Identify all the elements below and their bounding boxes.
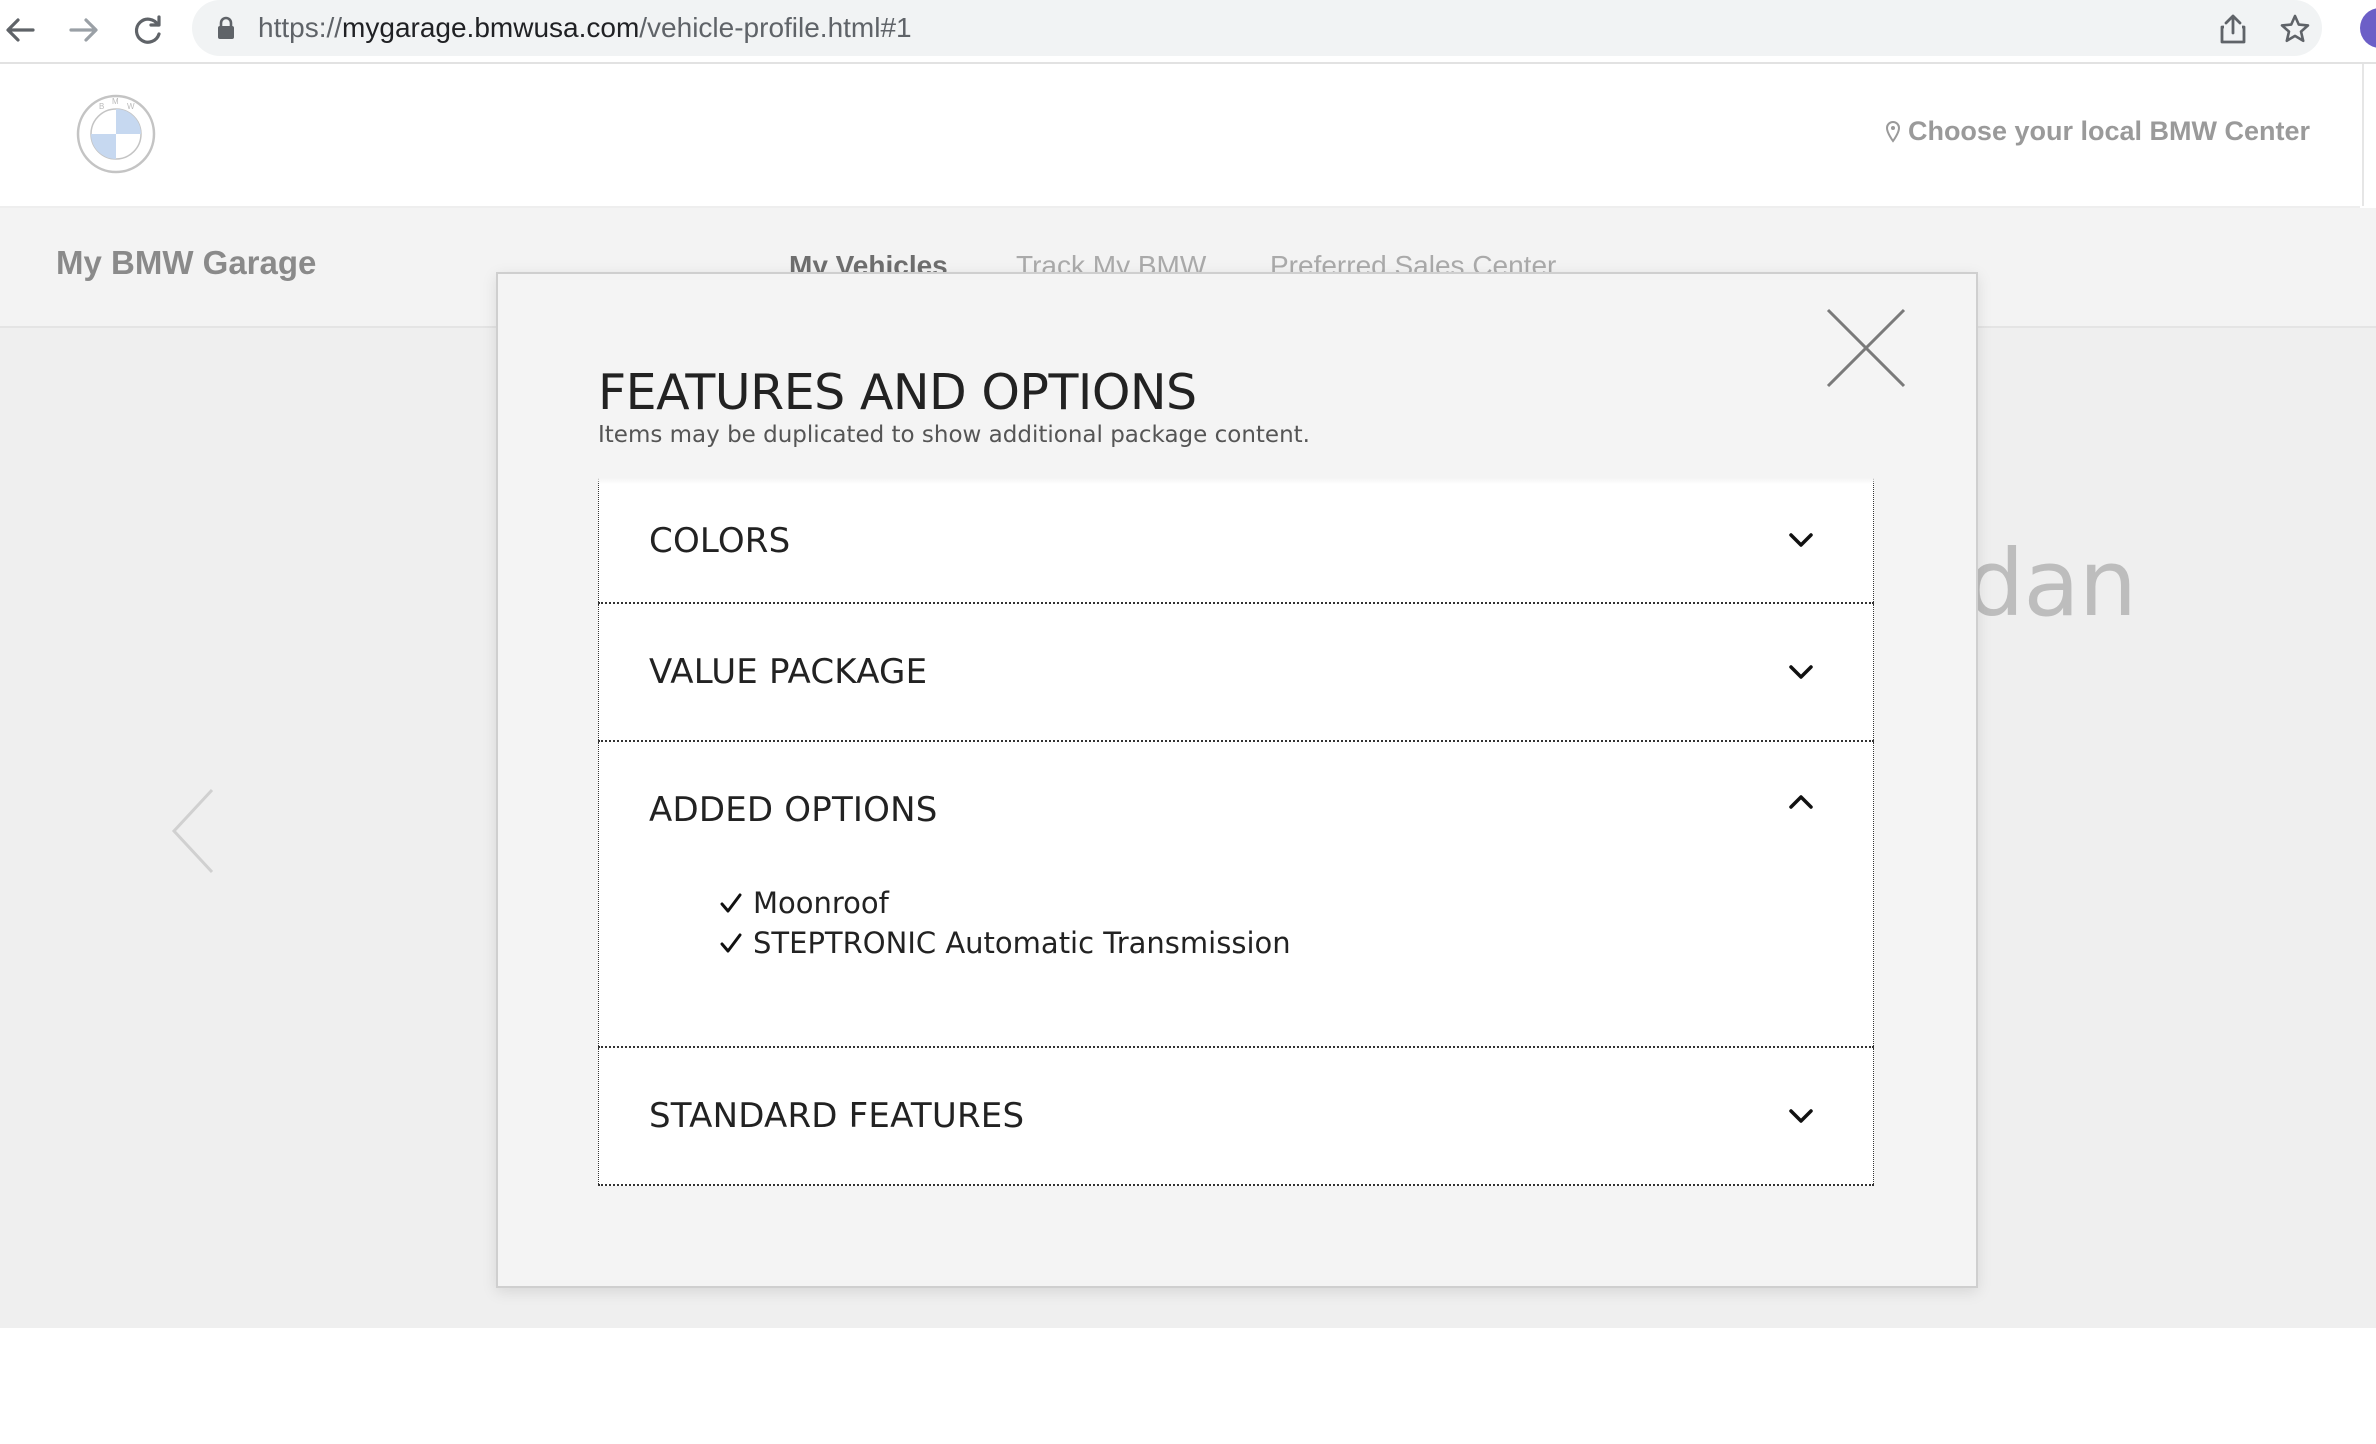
share-button[interactable] bbox=[2216, 12, 2250, 46]
accordion-header-colors[interactable]: COLORS bbox=[599, 478, 1873, 604]
accordion-scroll-fade bbox=[598, 478, 1874, 484]
forward-button[interactable] bbox=[64, 10, 104, 50]
list-item: STEPTRONIC Automatic Transmission bbox=[719, 926, 1291, 960]
page-footer-space bbox=[0, 1328, 2376, 1444]
checkmark-icon bbox=[720, 893, 742, 913]
back-button[interactable] bbox=[0, 10, 40, 50]
svg-text:W: W bbox=[127, 102, 135, 111]
accordion-label: COLORS bbox=[649, 521, 791, 561]
lock-icon bbox=[218, 16, 234, 39]
accordion-section-value-package: VALUE PACKAGE bbox=[598, 604, 1874, 742]
features-options-modal: FEATURES AND OPTIONS Items may be duplic… bbox=[496, 272, 1978, 1288]
forward-arrow-icon bbox=[69, 18, 98, 42]
chevron-down-icon bbox=[1789, 1109, 1813, 1123]
url-host: mygarage.bmwusa.com bbox=[342, 12, 640, 43]
svg-text:M: M bbox=[112, 97, 119, 106]
features-accordion: COLORS VALUE PACKAGE ADDED OPTIONS Moonr… bbox=[598, 478, 1874, 1186]
profile-avatar[interactable] bbox=[2360, 8, 2376, 48]
address-bar[interactable]: https://mygarage.bmwusa.com/vehicle-prof… bbox=[192, 0, 2322, 56]
accordion-label: STANDARD FEATURES bbox=[649, 1096, 1025, 1136]
list-item: Moonroof bbox=[719, 886, 889, 920]
accordion-section-standard-features: STANDARD FEATURES bbox=[598, 1048, 1874, 1186]
reload-icon bbox=[134, 15, 161, 44]
chevron-up-icon bbox=[1789, 795, 1813, 809]
accordion-section-colors: COLORS bbox=[598, 478, 1874, 604]
bmw-logo-icon[interactable]: B M W bbox=[76, 94, 156, 174]
accordion-section-added-options: ADDED OPTIONS Moonroof STEPTRONIC Automa bbox=[598, 742, 1874, 1048]
modal-title: FEATURES AND OPTIONS bbox=[598, 364, 1197, 421]
location-pin-icon bbox=[1885, 120, 1900, 143]
chevron-down-icon bbox=[1789, 665, 1813, 679]
url-path: /vehicle-profile.html#1 bbox=[639, 12, 912, 43]
accordion-header-value-package[interactable]: VALUE PACKAGE bbox=[599, 604, 1873, 740]
checkmark-icon bbox=[720, 933, 742, 953]
accordion-label: ADDED OPTIONS bbox=[649, 790, 938, 830]
reload-button[interactable] bbox=[128, 10, 168, 50]
garage-title[interactable]: My BMW Garage bbox=[56, 244, 316, 282]
url-text: https://mygarage.bmwusa.com/vehicle-prof… bbox=[258, 0, 912, 56]
dealer-link-label: Choose your local BMW Center bbox=[1907, 116, 2310, 146]
accordion-header-standard-features[interactable]: STANDARD FEATURES bbox=[599, 1048, 1873, 1184]
option-label: Moonroof bbox=[753, 886, 889, 920]
svg-text:B: B bbox=[99, 102, 104, 111]
chevron-down-icon bbox=[1789, 533, 1813, 547]
accordion-body-added-options: Moonroof STEPTRONIC Automatic Transmissi… bbox=[599, 878, 1873, 1050]
accordion-header-added-options[interactable]: ADDED OPTIONS bbox=[599, 742, 1873, 878]
carousel-prev-arrow-icon[interactable] bbox=[168, 786, 218, 876]
choose-bmw-center-link[interactable]: Choose your local BMW Center bbox=[1885, 116, 2310, 147]
share-icon bbox=[2220, 14, 2246, 44]
modal-subtitle: Items may be duplicated to show addition… bbox=[598, 422, 1310, 448]
url-scheme: https:// bbox=[258, 12, 343, 43]
browser-toolbar: https://mygarage.bmwusa.com/vehicle-prof… bbox=[0, 0, 2376, 64]
accordion-label: VALUE PACKAGE bbox=[649, 652, 928, 692]
bookmark-button[interactable] bbox=[2278, 12, 2312, 46]
close-icon[interactable] bbox=[1824, 306, 1908, 390]
site-header: B M W Choose your local BMW Center bbox=[0, 64, 2360, 208]
vehicle-model-name: dan bbox=[1966, 530, 2137, 637]
back-arrow-icon bbox=[6, 18, 35, 42]
option-label: STEPTRONIC Automatic Transmission bbox=[753, 926, 1291, 960]
star-icon bbox=[2280, 14, 2310, 43]
header-divider bbox=[2362, 64, 2364, 206]
